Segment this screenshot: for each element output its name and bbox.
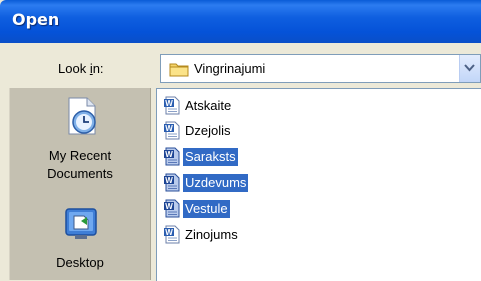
svg-text:W: W xyxy=(165,202,173,211)
word-document-icon: W xyxy=(164,225,180,244)
place-my-recent-documents[interactable]: My Recent Documents xyxy=(10,88,150,184)
svg-text:W: W xyxy=(165,150,173,159)
place-label: Desktop xyxy=(56,255,104,270)
file-name: Zinojums xyxy=(185,227,238,242)
look-in-value: Vingrinajumi xyxy=(194,61,266,76)
svg-text:W: W xyxy=(165,124,173,133)
look-in-label: Look in: xyxy=(58,61,104,76)
word-document-icon: W xyxy=(164,121,180,140)
desktop-icon xyxy=(65,208,97,239)
svg-text:W: W xyxy=(165,176,173,185)
word-document-icon: W xyxy=(164,199,180,218)
svg-text:W: W xyxy=(165,99,173,108)
place-label-line2: Documents xyxy=(47,166,113,181)
file-name: Atskaite xyxy=(185,98,232,113)
chevron-down-icon xyxy=(464,64,475,72)
file-name: Uzdevums xyxy=(183,174,249,192)
window-title: Open xyxy=(12,10,60,29)
recent-documents-icon xyxy=(68,97,96,135)
word-document-icon: W xyxy=(164,96,180,115)
file-name: Saraksts xyxy=(183,148,238,166)
look-in-label-text-1: Look xyxy=(58,61,90,76)
word-document-icon: W xyxy=(164,173,180,192)
file-name: Dzejolis xyxy=(185,123,231,138)
svg-text:W: W xyxy=(165,228,173,237)
folder-icon xyxy=(169,63,189,77)
title-bar[interactable]: Open xyxy=(0,0,481,43)
file-name: Vestule xyxy=(183,200,230,218)
word-document-icon: W xyxy=(164,147,180,166)
file-list[interactable]: W Atskaite W Dzejolis W Saraksts W Uzdev… xyxy=(156,88,481,281)
look-in-dropdown-button[interactable] xyxy=(459,55,480,82)
look-in-dropdown[interactable]: Vingrinajumi xyxy=(160,54,481,83)
places-bar: My Recent Documents Desktop xyxy=(9,88,151,280)
place-desktop[interactable]: Desktop xyxy=(10,200,150,280)
look-in-label-text-2: n: xyxy=(92,61,104,76)
place-label-line1: My Recent xyxy=(48,148,112,163)
